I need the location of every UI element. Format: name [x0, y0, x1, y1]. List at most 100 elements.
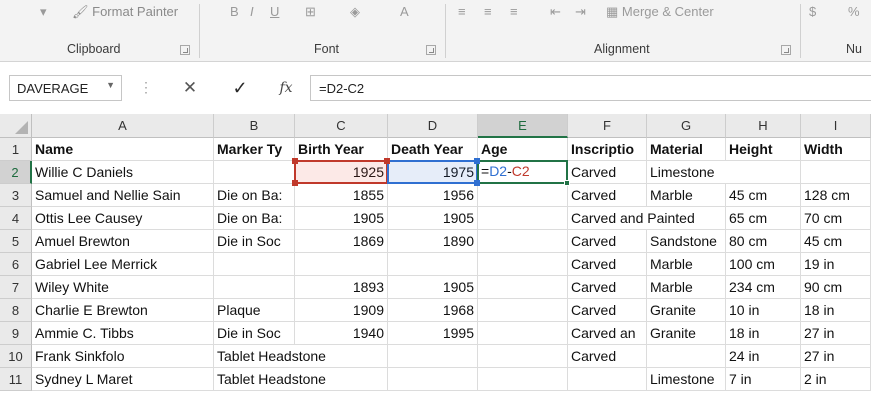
cell[interactable]: Tablet Headstone	[214, 368, 478, 391]
cell[interactable]: 100 cm	[726, 253, 801, 276]
cell[interactable]: 65 cm	[726, 207, 801, 230]
header-cell[interactable]: Birth Year	[295, 138, 388, 161]
row-header-1[interactable]: 1	[0, 138, 32, 161]
cell[interactable]: Carved	[568, 230, 647, 253]
cell[interactable]: Willie C Daniels	[32, 161, 214, 184]
cell[interactable]: 1905	[388, 207, 478, 230]
row-header-9[interactable]: 9	[0, 322, 32, 345]
cell[interactable]: Plaque	[214, 299, 295, 322]
row-header-11[interactable]: 11	[0, 368, 32, 391]
cell[interactable]: Carved and Painted	[568, 207, 726, 230]
cell[interactable]	[478, 207, 568, 230]
cell[interactable]: Granite	[647, 322, 726, 345]
cell[interactable]: Carved an	[568, 322, 647, 345]
cell[interactable]: 1995	[388, 322, 478, 345]
cell[interactable]: Carved	[568, 253, 647, 276]
cell[interactable]: 1956	[388, 184, 478, 207]
cell[interactable]: 18 in	[801, 299, 871, 322]
cell[interactable]	[478, 184, 568, 207]
cell[interactable]: Frank Sinkfolo	[32, 345, 214, 368]
row-header-2[interactable]: 2	[0, 161, 32, 184]
cell[interactable]: 1968	[388, 299, 478, 322]
column-header-i[interactable]: I	[801, 114, 871, 138]
cell[interactable]: Marble	[647, 253, 726, 276]
cell[interactable]	[388, 253, 478, 276]
cell[interactable]: 1905	[388, 276, 478, 299]
cell[interactable]: Samuel and Nellie Sain	[32, 184, 214, 207]
cell[interactable]	[295, 253, 388, 276]
percent-button[interactable]: %	[848, 4, 860, 19]
cell[interactable]: 18 in	[726, 322, 801, 345]
header-cell[interactable]: Death Year	[388, 138, 478, 161]
cell[interactable]: Carved	[568, 345, 647, 368]
cell[interactable]: Carved	[568, 299, 647, 322]
drag-handle-icon[interactable]: ⋮	[139, 79, 153, 96]
indent-decrease-icon[interactable]: ⇤	[550, 4, 561, 20]
cell[interactable]: Ammie C. Tibbs	[32, 322, 214, 345]
align-right-icon[interactable]: ≡	[510, 4, 518, 19]
column-header-h[interactable]: H	[726, 114, 801, 138]
cell[interactable]: 27 in	[801, 322, 871, 345]
column-header-e[interactable]: E	[478, 114, 568, 138]
cell[interactable]: 70 cm	[801, 207, 871, 230]
cell[interactable]: 1975	[388, 161, 478, 184]
font-launcher-icon[interactable]	[426, 45, 436, 55]
cell[interactable]: 128 cm	[801, 184, 871, 207]
column-header-d[interactable]: D	[388, 114, 478, 138]
resize-handle[interactable]	[292, 158, 298, 164]
cell[interactable]: 234 cm	[726, 276, 801, 299]
cell[interactable]: Marble	[647, 276, 726, 299]
header-cell[interactable]: Width	[801, 138, 871, 161]
header-cell[interactable]: Height	[726, 138, 801, 161]
indent-increase-icon[interactable]: ⇥	[575, 4, 586, 20]
cell[interactable]: 24 in	[726, 345, 801, 368]
clipboard-launcher-icon[interactable]	[180, 45, 190, 55]
row-header-4[interactable]: 4	[0, 207, 32, 230]
align-center-icon[interactable]: ≡	[484, 4, 492, 19]
cell[interactable]: 45 cm	[726, 184, 801, 207]
row-header-3[interactable]: 3	[0, 184, 32, 207]
column-header-g[interactable]: G	[647, 114, 726, 138]
cell[interactable]	[478, 276, 568, 299]
column-header-b[interactable]: B	[214, 114, 295, 138]
resize-handle[interactable]	[474, 158, 480, 164]
enter-button[interactable]: ✓	[226, 75, 254, 101]
insert-function-button[interactable]: fx	[272, 75, 300, 101]
resize-handle[interactable]	[292, 180, 298, 186]
cell[interactable]: Marble	[647, 184, 726, 207]
header-cell[interactable]: Age	[478, 138, 568, 161]
active-cell-e2[interactable]: =D2-C2	[477, 160, 568, 184]
cell[interactable]	[478, 368, 568, 391]
formula-input[interactable]: =D2-C2	[310, 75, 871, 101]
header-cell[interactable]: Inscriptio	[568, 138, 647, 161]
cell[interactable]	[568, 368, 647, 391]
cell[interactable]: 7 in	[726, 368, 801, 391]
cell[interactable]: Ottis Lee Causey	[32, 207, 214, 230]
header-cell[interactable]: Material	[647, 138, 726, 161]
cell[interactable]: 1890	[388, 230, 478, 253]
cell[interactable]: Amuel Brewton	[32, 230, 214, 253]
borders-icon[interactable]: ⊞	[305, 4, 316, 20]
column-header-c[interactable]: C	[295, 114, 388, 138]
cell[interactable]	[478, 299, 568, 322]
format-painter-button[interactable]: 🖌 Format Painter	[72, 4, 178, 20]
row-header-10[interactable]: 10	[0, 345, 32, 368]
column-header-a[interactable]: A	[32, 114, 214, 138]
cell[interactable]: 1909	[295, 299, 388, 322]
cell[interactable]	[478, 345, 568, 368]
row-header-5[interactable]: 5	[0, 230, 32, 253]
name-box[interactable]: DAVERAGE ▼	[9, 75, 122, 101]
chevron-down-icon[interactable]: ▼	[106, 80, 115, 90]
cell[interactable]	[214, 253, 295, 276]
cell[interactable]: Charlie E Brewton	[32, 299, 214, 322]
cell[interactable]: Limestone	[647, 161, 801, 184]
cell[interactable]: Gabriel Lee Merrick	[32, 253, 214, 276]
cell[interactable]: 19 in	[801, 253, 871, 276]
cell[interactable]: Carved	[568, 161, 647, 184]
row-header-8[interactable]: 8	[0, 299, 32, 322]
cell[interactable]	[214, 276, 295, 299]
italic-icon[interactable]: I	[250, 4, 254, 19]
cell[interactable]: 1940	[295, 322, 388, 345]
cell[interactable]: 1905	[295, 207, 388, 230]
cell[interactable]: 1893	[295, 276, 388, 299]
